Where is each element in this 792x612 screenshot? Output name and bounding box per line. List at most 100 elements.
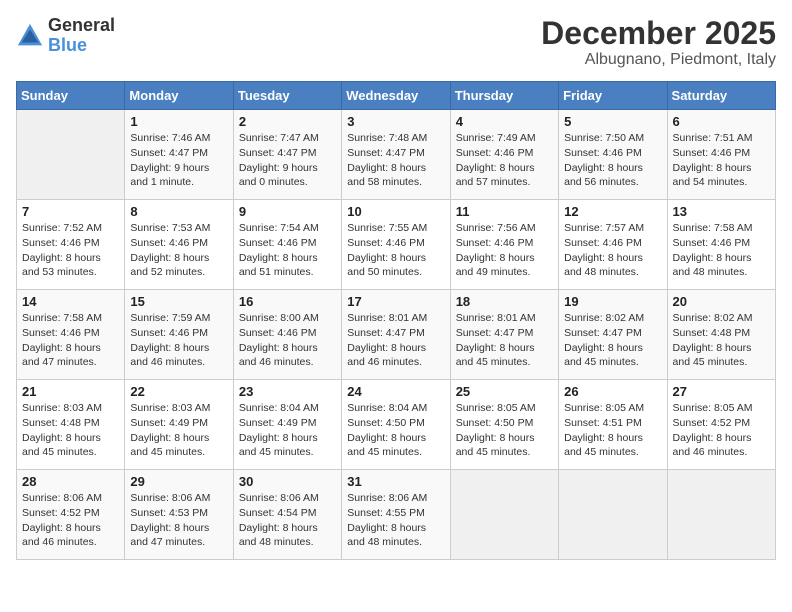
week-row-3: 14 Sunrise: 7:58 AMSunset: 4:46 PMDayligh… bbox=[17, 290, 776, 380]
day-number: 7 bbox=[22, 204, 119, 219]
day-number: 30 bbox=[239, 474, 336, 489]
header-row: SundayMondayTuesdayWednesdayThursdayFrid… bbox=[17, 82, 776, 110]
day-cell: 18Sunrise: 8:01 AMSunset: 4:47 PMDayligh… bbox=[450, 290, 558, 380]
day-cell: 28 Sunrise: 8:06 AMSunset: 4:52 PMDayligh… bbox=[17, 470, 125, 560]
day-cell bbox=[450, 470, 558, 560]
day-number: 5 bbox=[564, 114, 661, 129]
day-cell: 25Sunrise: 8:05 AMSunset: 4:50 PMDayligh… bbox=[450, 380, 558, 470]
month-title: December 2025 bbox=[541, 16, 776, 51]
header-tuesday: Tuesday bbox=[233, 82, 341, 110]
location-title: Albugnano, Piedmont, Italy bbox=[541, 51, 776, 69]
day-cell: 19 Sunrise: 8:02 AMSunset: 4:47 PMDayligh… bbox=[559, 290, 667, 380]
day-cell: 11 Sunrise: 7:56 AMSunset: 4:46 PMDayligh… bbox=[450, 200, 558, 290]
day-info: Sunrise: 7:55 AMSunset: 4:46 PMDaylight:… bbox=[347, 221, 444, 280]
day-cell: 20 Sunrise: 8:02 AMSunset: 4:48 PMDayligh… bbox=[667, 290, 775, 380]
day-cell: 10 Sunrise: 7:55 AMSunset: 4:46 PMDayligh… bbox=[342, 200, 450, 290]
day-number: 27 bbox=[673, 384, 770, 399]
day-cell: 17 Sunrise: 8:01 AMSunset: 4:47 PMDayligh… bbox=[342, 290, 450, 380]
day-info: Sunrise: 8:05 AMSunset: 4:50 PMDaylight:… bbox=[456, 401, 553, 460]
logo-icon bbox=[16, 22, 44, 50]
day-cell: 24 Sunrise: 8:04 AMSunset: 4:50 PMDayligh… bbox=[342, 380, 450, 470]
day-info: Sunrise: 7:51 AMSunset: 4:46 PMDaylight:… bbox=[673, 131, 770, 190]
day-info: Sunrise: 7:58 AMSunset: 4:46 PMDaylight:… bbox=[673, 221, 770, 280]
day-number: 17 bbox=[347, 294, 444, 309]
day-cell: 23 Sunrise: 8:04 AMSunset: 4:49 PMDayligh… bbox=[233, 380, 341, 470]
day-number: 23 bbox=[239, 384, 336, 399]
day-info: Sunrise: 7:48 AMSunset: 4:47 PMDaylight:… bbox=[347, 131, 444, 190]
week-row-2: 7Sunrise: 7:52 AMSunset: 4:46 PMDaylight… bbox=[17, 200, 776, 290]
day-number: 15 bbox=[130, 294, 227, 309]
day-cell: 3 Sunrise: 7:48 AMSunset: 4:47 PMDaylight… bbox=[342, 110, 450, 200]
day-cell: 29Sunrise: 8:06 AMSunset: 4:53 PMDayligh… bbox=[125, 470, 233, 560]
title-area: December 2025 Albugnano, Piedmont, Italy bbox=[541, 16, 776, 69]
day-info: Sunrise: 7:59 AMSunset: 4:46 PMDaylight:… bbox=[130, 311, 227, 370]
day-info: Sunrise: 8:03 AMSunset: 4:48 PMDaylight:… bbox=[22, 401, 119, 460]
day-number: 6 bbox=[673, 114, 770, 129]
day-cell bbox=[559, 470, 667, 560]
day-cell: 8 Sunrise: 7:53 AMSunset: 4:46 PMDaylight… bbox=[125, 200, 233, 290]
day-info: Sunrise: 8:06 AMSunset: 4:52 PMDaylight:… bbox=[22, 491, 119, 550]
week-row-5: 28 Sunrise: 8:06 AMSunset: 4:52 PMDayligh… bbox=[17, 470, 776, 560]
day-number: 10 bbox=[347, 204, 444, 219]
day-info: Sunrise: 8:00 AMSunset: 4:46 PMDaylight:… bbox=[239, 311, 336, 370]
day-info: Sunrise: 8:04 AMSunset: 4:49 PMDaylight:… bbox=[239, 401, 336, 460]
day-info: Sunrise: 7:54 AMSunset: 4:46 PMDaylight:… bbox=[239, 221, 336, 280]
day-cell: 9 Sunrise: 7:54 AMSunset: 4:46 PMDaylight… bbox=[233, 200, 341, 290]
day-number: 16 bbox=[239, 294, 336, 309]
day-cell: 1 Sunrise: 7:46 AMSunset: 4:47 PMDaylight… bbox=[125, 110, 233, 200]
day-info: Sunrise: 7:57 AMSunset: 4:46 PMDaylight:… bbox=[564, 221, 661, 280]
header-sunday: Sunday bbox=[17, 82, 125, 110]
day-number: 13 bbox=[673, 204, 770, 219]
day-number: 24 bbox=[347, 384, 444, 399]
day-number: 2 bbox=[239, 114, 336, 129]
day-cell: 27 Sunrise: 8:05 AMSunset: 4:52 PMDayligh… bbox=[667, 380, 775, 470]
day-number: 26 bbox=[564, 384, 661, 399]
day-number: 31 bbox=[347, 474, 444, 489]
day-cell: 13 Sunrise: 7:58 AMSunset: 4:46 PMDayligh… bbox=[667, 200, 775, 290]
day-info: Sunrise: 8:05 AMSunset: 4:52 PMDaylight:… bbox=[673, 401, 770, 460]
day-number: 4 bbox=[456, 114, 553, 129]
day-info: Sunrise: 8:02 AMSunset: 4:48 PMDaylight:… bbox=[673, 311, 770, 370]
day-info: Sunrise: 7:53 AMSunset: 4:46 PMDaylight:… bbox=[130, 221, 227, 280]
day-cell: 21 Sunrise: 8:03 AMSunset: 4:48 PMDayligh… bbox=[17, 380, 125, 470]
day-number: 11 bbox=[456, 204, 553, 219]
day-cell: 31 Sunrise: 8:06 AMSunset: 4:55 PMDayligh… bbox=[342, 470, 450, 560]
day-number: 3 bbox=[347, 114, 444, 129]
day-cell: 12Sunrise: 7:57 AMSunset: 4:46 PMDayligh… bbox=[559, 200, 667, 290]
day-info: Sunrise: 7:47 AMSunset: 4:47 PMDaylight:… bbox=[239, 131, 336, 190]
day-cell bbox=[667, 470, 775, 560]
day-info: Sunrise: 8:04 AMSunset: 4:50 PMDaylight:… bbox=[347, 401, 444, 460]
day-info: Sunrise: 8:01 AMSunset: 4:47 PMDaylight:… bbox=[347, 311, 444, 370]
day-info: Sunrise: 8:02 AMSunset: 4:47 PMDaylight:… bbox=[564, 311, 661, 370]
day-cell: 15 Sunrise: 7:59 AMSunset: 4:46 PMDayligh… bbox=[125, 290, 233, 380]
header-friday: Friday bbox=[559, 82, 667, 110]
day-cell bbox=[17, 110, 125, 200]
day-cell: 2 Sunrise: 7:47 AMSunset: 4:47 PMDaylight… bbox=[233, 110, 341, 200]
page-header: General Blue December 2025 Albugnano, Pi… bbox=[16, 16, 776, 69]
day-number: 21 bbox=[22, 384, 119, 399]
day-number: 22 bbox=[130, 384, 227, 399]
day-number: 14 bbox=[22, 294, 119, 309]
header-monday: Monday bbox=[125, 82, 233, 110]
logo-text-general: General bbox=[48, 15, 115, 35]
day-info: Sunrise: 8:06 AMSunset: 4:54 PMDaylight:… bbox=[239, 491, 336, 550]
day-number: 28 bbox=[22, 474, 119, 489]
logo-text-blue: Blue bbox=[48, 35, 87, 55]
day-cell: 22 Sunrise: 8:03 AMSunset: 4:49 PMDayligh… bbox=[125, 380, 233, 470]
calendar-table: SundayMondayTuesdayWednesdayThursdayFrid… bbox=[16, 81, 776, 560]
day-info: Sunrise: 7:49 AMSunset: 4:46 PMDaylight:… bbox=[456, 131, 553, 190]
day-info: Sunrise: 7:58 AMSunset: 4:46 PMDaylight:… bbox=[22, 311, 119, 370]
day-info: Sunrise: 8:06 AMSunset: 4:53 PMDaylight:… bbox=[130, 491, 227, 550]
day-number: 1 bbox=[130, 114, 227, 129]
day-number: 20 bbox=[673, 294, 770, 309]
day-info: Sunrise: 7:56 AMSunset: 4:46 PMDaylight:… bbox=[456, 221, 553, 280]
day-cell: 4 Sunrise: 7:49 AMSunset: 4:46 PMDaylight… bbox=[450, 110, 558, 200]
day-number: 8 bbox=[130, 204, 227, 219]
header-wednesday: Wednesday bbox=[342, 82, 450, 110]
day-info: Sunrise: 8:03 AMSunset: 4:49 PMDaylight:… bbox=[130, 401, 227, 460]
day-number: 19 bbox=[564, 294, 661, 309]
day-info: Sunrise: 8:06 AMSunset: 4:55 PMDaylight:… bbox=[347, 491, 444, 550]
day-number: 9 bbox=[239, 204, 336, 219]
day-info: Sunrise: 7:46 AMSunset: 4:47 PMDaylight:… bbox=[130, 131, 227, 190]
day-cell: 26Sunrise: 8:05 AMSunset: 4:51 PMDayligh… bbox=[559, 380, 667, 470]
